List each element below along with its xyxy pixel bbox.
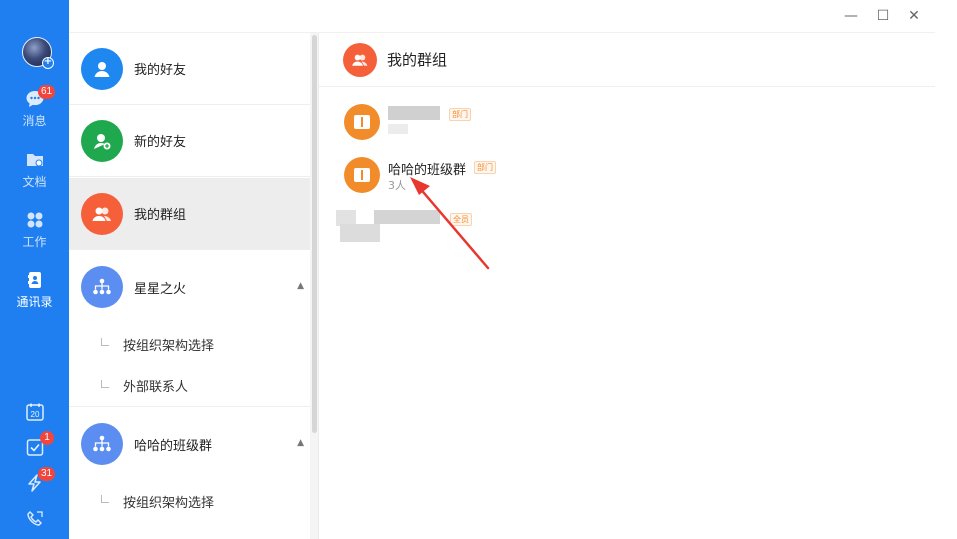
contacts-entry-my-friends[interactable]: 我的好友 — [69, 33, 310, 105]
sub-item-label: 按组织架构选择 — [123, 338, 215, 354]
svg-text:20: 20 — [30, 410, 39, 419]
rail-label-messages: 消息 — [22, 114, 47, 128]
blurred-group-icon — [340, 224, 380, 242]
contacts-entry-my-groups[interactable]: 我的群组 — [69, 178, 310, 250]
close-button[interactable]: ✕ — [905, 7, 923, 25]
group-icon — [81, 192, 123, 235]
page-title: 我的群组 — [387, 51, 448, 69]
messages-badge: 61 — [38, 85, 56, 99]
group-list-item[interactable]: 哈哈的班级群 3人 部门 — [344, 157, 644, 205]
phone-button[interactable] — [0, 509, 69, 529]
person-add-icon — [81, 119, 123, 162]
class-book-icon — [344, 104, 380, 140]
collapse-caret-icon[interactable]: ▲ — [297, 281, 304, 291]
org-chart-icon — [81, 423, 123, 465]
group-member-count: 3人 — [388, 179, 406, 192]
rail-label-docs: 文档 — [22, 175, 47, 189]
contacts-icon — [24, 269, 46, 291]
org-chart-icon — [81, 266, 123, 308]
tasks-badge: 1 — [40, 431, 54, 445]
entry-label: 我的好友 — [134, 63, 187, 78]
entry-label: 新的好友 — [134, 135, 187, 150]
group-tag: 部门 — [474, 161, 496, 174]
add-status-icon[interactable]: + — [42, 57, 54, 69]
tree-branch-icon — [101, 338, 109, 346]
lightning-button[interactable]: 31 — [0, 467, 69, 493]
tree-branch-icon — [101, 495, 109, 503]
blurred-group-name — [388, 106, 440, 120]
rail-item-work[interactable]: 工作 — [0, 209, 69, 250]
contacts-entry-new-friends[interactable]: 新的好友 — [69, 105, 310, 177]
contacts-entry-org-class-group[interactable]: 哈哈的班级群 ▲ — [69, 408, 310, 480]
rail-item-contacts[interactable]: 通讯录 — [0, 269, 69, 310]
phone-icon — [26, 511, 43, 526]
panel-divider — [318, 33, 319, 539]
entry-label: 我的群组 — [134, 208, 187, 223]
contacts-list: 我的好友 新的好友 我的群组 星星之火 ▲ 按组织架构选择 外部联系人 哈哈的班… — [69, 33, 310, 539]
nav-rail: + 消息 61 文档 工作 通讯录 20 1 31 — [0, 0, 69, 539]
rail-item-docs[interactable]: 文档 — [0, 149, 69, 190]
sub-item-org-structure[interactable]: 按组织架构选择 — [69, 323, 310, 365]
class-book-icon — [344, 157, 380, 193]
blurred-group-name — [374, 210, 440, 224]
entry-label: 星星之火 — [134, 281, 187, 297]
tasks-button[interactable]: 1 — [0, 431, 69, 457]
person-icon — [81, 47, 123, 90]
calendar-icon: 20 — [25, 403, 44, 421]
rail-label-work: 工作 — [22, 235, 47, 249]
group-tag: 全员 — [450, 213, 472, 226]
group-tag: 部门 — [449, 108, 471, 121]
rail-item-messages[interactable]: 消息 61 — [0, 85, 69, 129]
collapse-caret-icon[interactable]: ▲ — [297, 438, 304, 448]
sub-item-label: 外部联系人 — [123, 380, 189, 395]
sub-item-org-structure-2[interactable]: 按组织架构选择 — [69, 480, 310, 522]
sub-item-external-contacts[interactable]: 外部联系人 — [69, 365, 310, 407]
blurred-group-count — [388, 124, 408, 134]
scrollbar-thumb[interactable] — [312, 35, 317, 433]
sub-item-label: 按组织架构选择 — [123, 495, 215, 511]
lightning-badge: 31 — [38, 467, 56, 481]
window-titlebar: — ☐ ✕ — [319, 0, 935, 33]
maximize-button[interactable]: ☐ — [874, 7, 892, 25]
group-icon — [343, 42, 377, 77]
user-avatar[interactable]: + — [22, 37, 54, 69]
folder-icon — [24, 149, 46, 171]
window-edge — [935, 0, 957, 539]
contacts-entry-org-xingxingzhihuo[interactable]: 星星之火 ▲ — [69, 251, 310, 323]
tree-branch-icon — [101, 379, 109, 388]
group-list-item[interactable]: 全员 — [336, 210, 644, 258]
apps-icon — [24, 209, 46, 231]
minimize-button[interactable]: — — [842, 7, 860, 25]
panel-header: 我的群组 — [319, 33, 935, 87]
calendar-button[interactable]: 20 — [0, 402, 69, 422]
entry-label: 哈哈的班级群 — [134, 438, 213, 454]
rail-label-contacts: 通讯录 — [16, 295, 53, 309]
group-list-item[interactable]: 部门 — [344, 104, 644, 152]
group-name: 哈哈的班级群 — [388, 163, 467, 178]
